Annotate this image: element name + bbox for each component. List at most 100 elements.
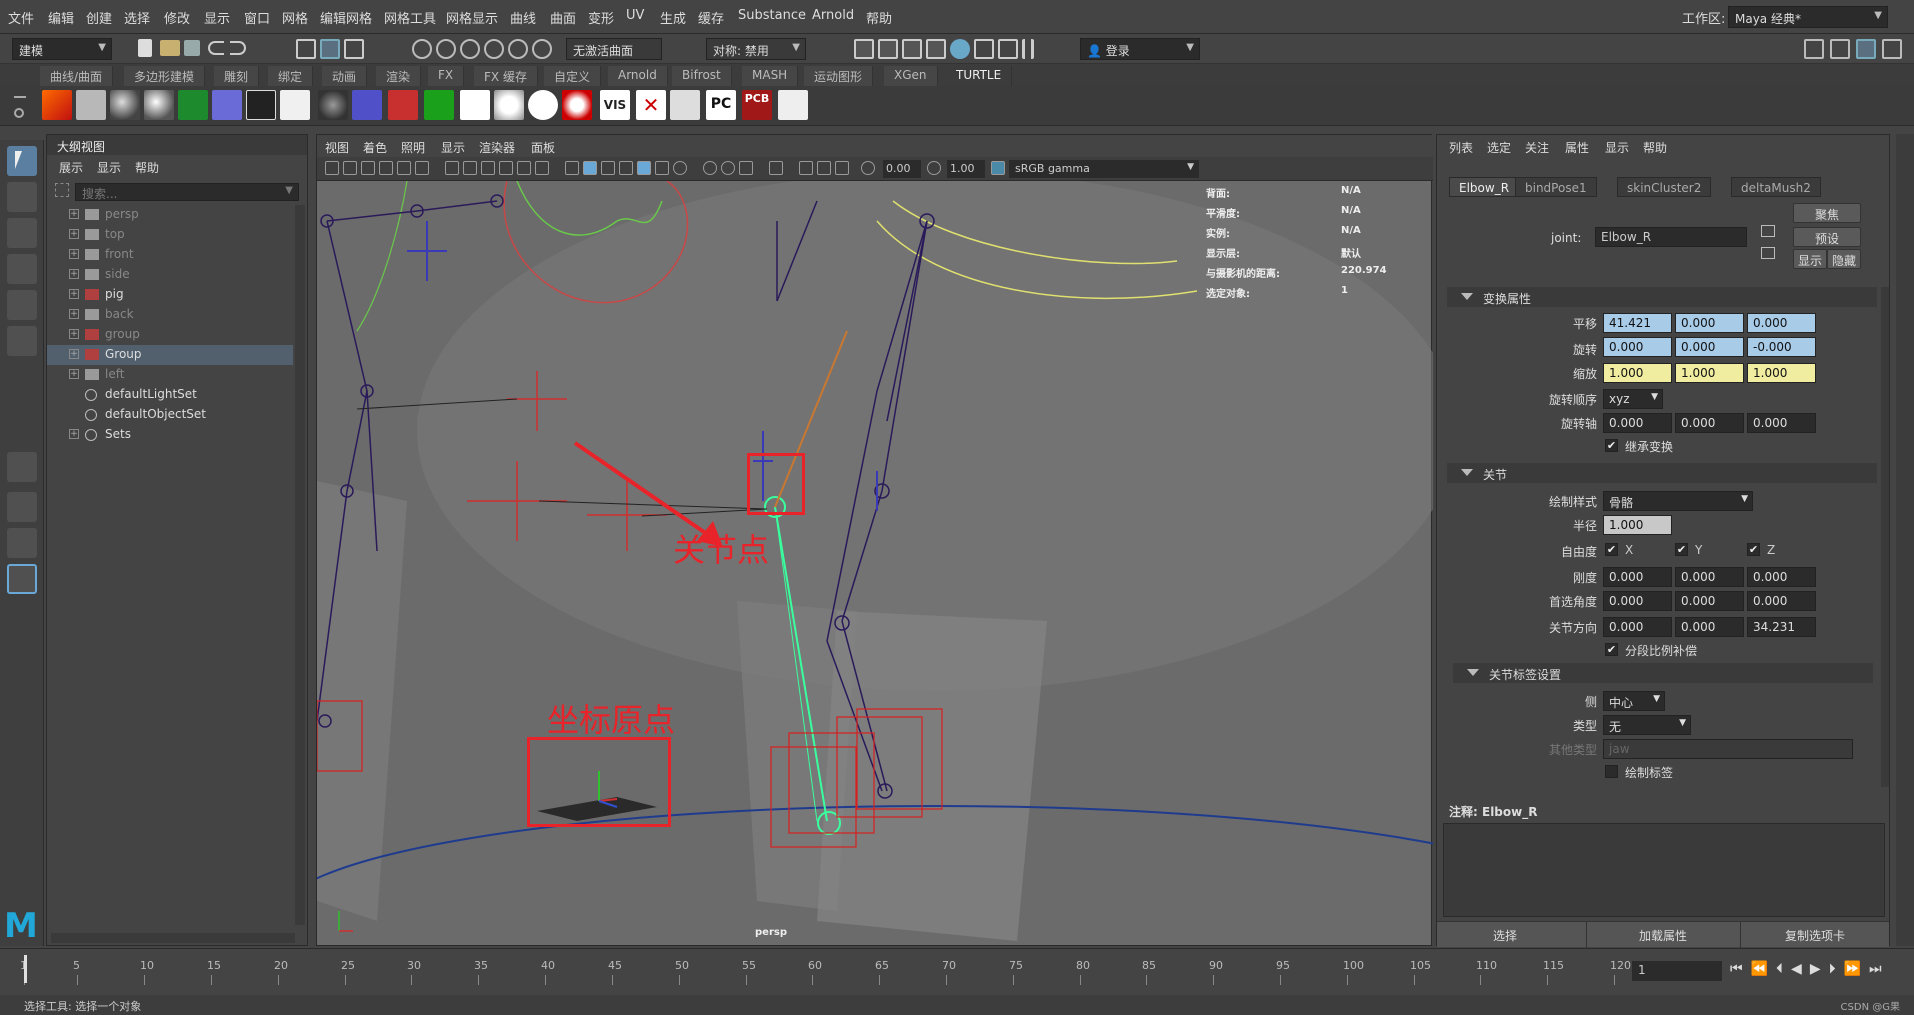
shelf-menu-icon[interactable] — [14, 96, 26, 98]
wireframe-on-shaded-icon[interactable] — [619, 161, 633, 175]
menu-item-10[interactable]: 网格显示 — [446, 8, 498, 27]
ae-tab-skincluster[interactable]: skinCluster2 — [1617, 177, 1712, 197]
outliner-item-side[interactable]: + side — [47, 265, 293, 285]
turtle-cross-icon[interactable]: ✕ — [636, 90, 666, 120]
joint-orient-y-field[interactable]: 0.000 — [1675, 617, 1744, 637]
translate-y-field[interactable]: 0.000 — [1675, 313, 1744, 333]
shelf-tab-3[interactable]: 绑定 — [268, 66, 314, 86]
exposure-field[interactable]: 0.00 — [883, 160, 921, 178]
shelf-tab-13[interactable]: XGen — [884, 66, 938, 86]
turtle-disk-icon[interactable] — [528, 90, 558, 120]
expand-icon[interactable]: + — [69, 269, 79, 279]
outliner-item-defaultObjectSet[interactable]: defaultObjectSet — [47, 405, 293, 425]
live-surface-field[interactable]: 无激活曲面 — [566, 38, 662, 60]
expand-icon[interactable]: + — [69, 309, 79, 319]
turtle-vis-icon[interactable]: VIS — [600, 90, 630, 120]
scale-z-field[interactable]: 1.000 — [1747, 363, 1816, 383]
outliner-menu-help[interactable]: 帮助 — [135, 159, 159, 176]
joint-orient-z-field[interactable]: 34.231 — [1747, 617, 1816, 637]
expand-icon[interactable]: + — [69, 429, 79, 439]
outliner-item-top[interactable]: + top — [47, 225, 293, 245]
turtle-green-icon[interactable] — [178, 90, 208, 120]
go-to-input-icon[interactable] — [1761, 225, 1775, 237]
focus-button[interactable]: 聚焦 — [1793, 203, 1861, 223]
select-button[interactable]: 选择 — [1437, 922, 1587, 948]
bookmark-icon[interactable] — [361, 161, 375, 175]
menu-item-12[interactable]: 曲面 — [550, 8, 576, 27]
outliner-item-pig[interactable]: + pig — [47, 285, 293, 305]
safe-action-icon[interactable] — [535, 161, 549, 175]
expand-icon[interactable]: + — [69, 289, 79, 299]
attribute-editor-icon[interactable] — [1856, 39, 1876, 59]
menu-item-7[interactable]: 网格 — [282, 8, 308, 27]
pref-angle-y-field[interactable]: 0.000 — [1675, 591, 1744, 611]
ae-scrollbar[interactable] — [1881, 287, 1889, 787]
stiffness-z-field[interactable]: 0.000 — [1747, 567, 1816, 587]
single-view-icon[interactable] — [7, 452, 37, 482]
2d-pan-icon[interactable] — [397, 161, 411, 175]
render-frame-icon[interactable] — [854, 39, 874, 59]
expand-icon[interactable]: + — [69, 229, 79, 239]
outliner-scrollbar[interactable] — [295, 205, 305, 925]
arnold-render-icon[interactable] — [974, 39, 994, 59]
outliner-item-back[interactable]: + back — [47, 305, 293, 325]
draw-label-checkbox[interactable] — [1605, 765, 1618, 778]
scale-x-field[interactable]: 1.000 — [1603, 363, 1672, 383]
turtle-grid-icon[interactable] — [212, 90, 242, 120]
turtle-pattern-icon[interactable] — [280, 90, 310, 120]
viewport-scene[interactable]: 背面: N/A 平滑度: N/A 实例: N/A 显示层: 默认 与摄影机的距离: 220.974… — [317, 181, 1433, 947]
two-view-icon[interactable] — [7, 528, 37, 558]
stiffness-y-field[interactable]: 0.000 — [1675, 567, 1744, 587]
step-back-key-icon[interactable]: ⏪ — [1751, 961, 1776, 977]
exposure-icon[interactable] — [861, 161, 875, 175]
turtle-map-icon[interactable] — [778, 90, 808, 120]
menu-item-9[interactable]: 网格工具 — [384, 8, 436, 27]
color-management-icon[interactable] — [991, 161, 1005, 175]
rotate-z-field[interactable]: -0.000 — [1747, 337, 1816, 357]
snap-view-icon[interactable] — [484, 39, 504, 59]
menu-item-17[interactable]: Substance — [738, 8, 806, 23]
outliner-item-defaultLightSet[interactable]: defaultLightSet — [47, 385, 293, 405]
grid-icon[interactable] — [445, 161, 459, 175]
copy-tab-button[interactable]: 复制选项卡 — [1741, 922, 1889, 948]
ae-menu-list[interactable]: 列表 — [1449, 139, 1473, 156]
draw-style-select[interactable]: 骨骼 ▼ — [1603, 491, 1753, 511]
menu-item-14[interactable]: UV — [626, 8, 644, 23]
side-select[interactable]: 中心 ▼ — [1603, 691, 1665, 711]
menu-item-16[interactable]: 缓存 — [698, 8, 724, 27]
turtle-dark-sphere-icon[interactable] — [318, 90, 348, 120]
turtle-bake-icon[interactable] — [42, 90, 72, 120]
shelf-tab-9[interactable]: Arnold — [608, 66, 668, 86]
ae-menu-selected[interactable]: 选定 — [1487, 139, 1511, 156]
ae-menu-focus[interactable]: 关注 — [1525, 139, 1549, 156]
default-material-icon[interactable] — [601, 161, 615, 175]
turtle-shape-icon[interactable] — [76, 90, 106, 120]
rotate-y-field[interactable]: 0.000 — [1675, 337, 1744, 357]
ipr-render-icon[interactable] — [878, 39, 898, 59]
rotate-axis-z-field[interactable]: 0.000 — [1747, 413, 1816, 433]
gate-mask-icon[interactable] — [499, 161, 513, 175]
outliner-menu-display[interactable]: 展示 — [59, 159, 83, 176]
turtle-pcb-icon[interactable]: PCB — [742, 90, 772, 120]
snap-grid-icon[interactable] — [412, 39, 432, 59]
inherit-transform-checkbox[interactable]: ✔ — [1605, 439, 1618, 452]
time-slider[interactable]: 1510152025303540455055606570758085909510… — [0, 948, 1914, 988]
expand-icon[interactable]: + — [69, 349, 79, 359]
shelf-tab-7[interactable]: FX 缓存 — [474, 66, 538, 86]
turtle-pc-icon[interactable]: PC — [706, 90, 736, 120]
ae-tab-elbow[interactable]: Elbow_R — [1449, 177, 1520, 197]
menu-item-18[interactable]: Arnold — [812, 8, 854, 23]
workspace-select[interactable]: Maya 经典* ▼ — [1728, 6, 1888, 28]
select-camera-icon[interactable] — [325, 161, 339, 175]
redo-icon[interactable] — [230, 41, 246, 55]
undo-icon[interactable] — [208, 41, 224, 55]
menu-item-13[interactable]: 变形 — [588, 8, 614, 27]
shelf-tab-1[interactable]: 多边形建模 — [124, 66, 206, 86]
go-to-end-icon[interactable]: ⏭ — [1869, 961, 1890, 977]
open-scene-icon[interactable] — [160, 40, 180, 56]
rotate-x-field[interactable]: 0.000 — [1603, 337, 1672, 357]
shelf-tab-10[interactable]: Bifrost — [672, 66, 732, 86]
rotate-axis-x-field[interactable]: 0.000 — [1603, 413, 1672, 433]
shelf-tab-12[interactable]: 运动图形 — [804, 66, 874, 86]
turtle-dots-icon[interactable] — [246, 90, 276, 120]
